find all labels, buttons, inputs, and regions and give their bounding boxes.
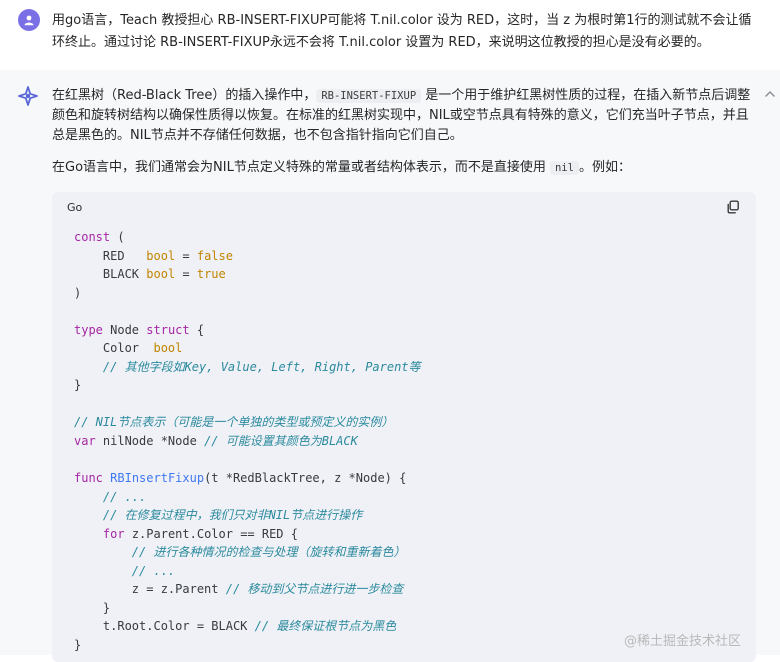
user-avatar <box>18 9 40 31</box>
copy-icon[interactable] <box>726 200 740 214</box>
code-comment: // ... <box>74 489 147 504</box>
code-text: Node <box>102 322 147 337</box>
user-message-row: 用go语言，Teach 教授担心 RB-INSERT-FIXUP可能将 T.ni… <box>0 0 780 62</box>
code-text: z.Parent.Color == RED { <box>124 526 298 541</box>
code-literal: false <box>196 248 233 263</box>
code-text: } <box>74 378 82 393</box>
code-text: RED <box>74 248 147 263</box>
code-text: = <box>175 248 197 263</box>
code-content: const ( RED bool = false BLACK bool = tr… <box>74 228 421 655</box>
code-text: ) <box>74 285 82 300</box>
user-icon <box>24 15 34 26</box>
code-comment: // 其他字段如Key, Value, Left, Right, Parent等 <box>74 359 421 374</box>
code-comment: // 移动到父节点进行进一步检查 <box>225 582 404 597</box>
code-text: } <box>74 638 82 653</box>
code-comment: // 最终保证根节点为黑色 <box>254 619 397 634</box>
p2-text-a: 在Go语言中，我们通常会为NIL节点定义特殊的常量或者结构体表示，而不是直接使用 <box>52 160 550 175</box>
user-message-text: 用go语言，Teach 教授担心 RB-INSERT-FIXUP可能将 T.ni… <box>52 13 752 50</box>
code-text: = <box>175 267 197 282</box>
assistant-paragraph-2: 在Go语言中，我们通常会为NIL节点定义特殊的常量或者结构体表示，而不是直接使用… <box>52 158 757 178</box>
code-type: bool <box>153 341 183 356</box>
watermark: @稀土掘金技术社区 <box>624 634 742 649</box>
code-comment: // 可能设置其颜色为BLACK <box>204 434 358 449</box>
code-keyword: func <box>74 471 103 486</box>
code-block: Go const ( RED bool = false BLACK bool =… <box>52 192 756 662</box>
code-text: { <box>189 322 205 337</box>
code-comment: // ... <box>74 563 176 578</box>
code-keyword: struct <box>146 322 190 337</box>
code-text: t.Root.Color = BLACK <box>74 619 255 634</box>
code-text: BLACK <box>74 267 147 282</box>
code-function-name: RBInsertFixup <box>110 471 205 486</box>
sparkle-logo-icon <box>18 86 38 106</box>
code-keyword: for <box>102 526 125 541</box>
code-type: bool <box>146 267 176 282</box>
code-language-label: Go <box>67 201 83 214</box>
inline-code-rb-insert-fixup: RB-INSERT-FIXUP <box>316 89 422 103</box>
code-keyword: const <box>74 230 111 244</box>
code-keyword: type <box>74 322 103 337</box>
code-text: } <box>74 600 111 615</box>
code-text: z = z.Parent <box>74 582 226 597</box>
p1-text-a: 在红黑树（Red-Black Tree）的插入操作中， <box>52 88 317 103</box>
code-text: (t *RedBlackTree, z *Node) { <box>204 471 407 486</box>
code-text: nilNode *Node <box>95 434 205 449</box>
code-type: bool <box>146 248 176 263</box>
code-comment: // 进行各种情况的检查与处理（旋转和重新着色） <box>74 545 406 560</box>
assistant-paragraph-1: 在红黑树（Red-Black Tree）的插入操作中， RB-INSERT-FIX… <box>52 86 757 146</box>
code-comment: // 在修复过程中，我们只对非NIL节点进行操作 <box>74 508 363 523</box>
code-comment: // NIL节点表示（可能是一个单独的类型或预定义的实例） <box>74 415 394 430</box>
code-text: ( <box>110 230 125 244</box>
chevron-up-icon[interactable] <box>764 88 776 100</box>
code-text: Color <box>74 341 154 356</box>
inline-code-nil: nil <box>549 161 579 175</box>
assistant-message-row: 在红黑树（Red-Black Tree）的插入操作中， RB-INSERT-FIX… <box>0 70 780 662</box>
code-keyword: var <box>74 434 96 449</box>
code-literal: true <box>196 267 226 282</box>
p2-text-b: 。例如： <box>578 160 631 175</box>
